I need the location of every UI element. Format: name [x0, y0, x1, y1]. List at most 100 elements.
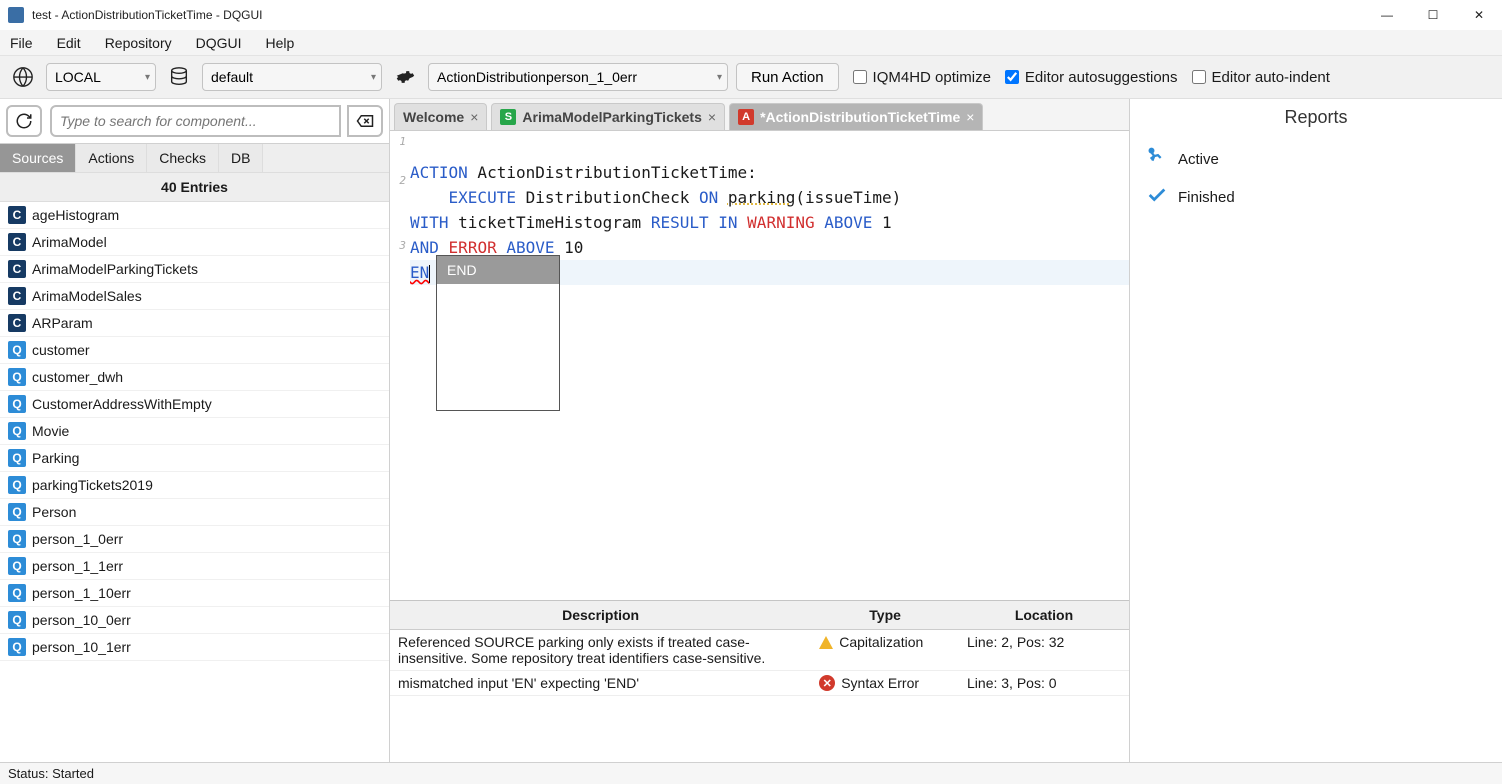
tab-sources[interactable]: Sources [0, 144, 76, 172]
list-item[interactable]: CArimaModelParkingTickets [0, 256, 389, 283]
tab-checks[interactable]: Checks [147, 144, 219, 172]
db-select[interactable]: default [202, 63, 382, 91]
problem-row[interactable]: Referenced SOURCE parking only exists if… [390, 630, 1129, 671]
list-item-label: person_10_0err [32, 612, 131, 628]
list-item[interactable]: C ArimaModelSales [0, 283, 389, 310]
close-tab-icon[interactable]: × [708, 109, 716, 125]
list-item[interactable]: Qperson_10_1err [0, 634, 389, 661]
col-location: Location [959, 601, 1129, 630]
check-badge-icon: C [8, 287, 26, 305]
list-item[interactable]: QparkingTickets2019 [0, 472, 389, 499]
list-item[interactable]: QPerson [0, 499, 389, 526]
menu-help[interactable]: Help [266, 35, 295, 51]
list-item-label: ArimaModel [32, 234, 107, 250]
problem-desc: Referenced SOURCE parking only exists if… [390, 630, 811, 671]
query-badge-icon: Q [8, 557, 26, 575]
list-item[interactable]: Qperson_1_1err [0, 553, 389, 580]
list-item[interactable]: C ArimaModel [0, 229, 389, 256]
maximize-button[interactable]: ☐ [1410, 0, 1456, 30]
check-badge-icon: C [8, 260, 26, 278]
list-item-label: ArimaModelSales [32, 288, 142, 304]
env-select[interactable]: LOCAL [46, 63, 156, 91]
query-badge-icon: Q [8, 476, 26, 494]
editor-tabs: Welcome×SArimaModelParkingTickets×A*Acti… [390, 99, 1129, 130]
autosuggest-checkbox[interactable]: Editor autosuggestions [1005, 69, 1178, 86]
line-number: 1 [390, 135, 406, 148]
app-icon [8, 7, 24, 23]
autoindent-checkbox[interactable]: Editor auto-indent [1192, 69, 1330, 86]
editor-tab[interactable]: A*ActionDistributionTicketTime× [729, 103, 983, 130]
list-item[interactable]: QParking [0, 445, 389, 472]
component-list[interactable]: CageHistogramCArimaModelCArimaModelParki… [0, 202, 389, 762]
query-badge-icon: Q [8, 638, 26, 656]
list-item[interactable]: CageHistogram [0, 202, 389, 229]
status-text: Status: Started [8, 766, 94, 781]
list-item-label: customer_dwh [32, 369, 123, 385]
refresh-button[interactable] [6, 105, 42, 137]
list-item[interactable]: Qperson_10_0err [0, 607, 389, 634]
report-item[interactable]: Finished [1146, 178, 1486, 216]
report-item[interactable]: Active [1146, 140, 1486, 178]
list-item[interactable]: Qcustomer [0, 337, 389, 364]
report-item-label: Finished [1178, 189, 1235, 206]
list-item-label: Parking [32, 450, 79, 466]
query-badge-icon: Q [8, 368, 26, 386]
menubar: File Edit Repository DQGUI Help [0, 30, 1502, 56]
menu-repository[interactable]: Repository [105, 35, 172, 51]
close-tab-icon[interactable]: × [470, 109, 478, 125]
problem-row[interactable]: mismatched input 'EN' expecting 'END'✕Sy… [390, 671, 1129, 696]
list-item[interactable]: QCustomerAddressWithEmpty [0, 391, 389, 418]
list-item[interactable]: Qcustomer_dwh [0, 364, 389, 391]
check-badge-icon: C [8, 233, 26, 251]
titlebar: test - ActionDistributionTicketTime - DQ… [0, 0, 1502, 30]
tab-type-badge-icon: S [500, 109, 516, 125]
problem-loc: Line: 3, Pos: 0 [959, 671, 1129, 696]
run-action-button[interactable]: Run Action [736, 63, 839, 91]
editor-tab[interactable]: Welcome × [394, 103, 487, 130]
list-item[interactable]: Qperson_1_0err [0, 526, 389, 553]
settings-gear-icon[interactable] [390, 62, 420, 92]
menu-file[interactable]: File [10, 35, 33, 51]
autocomplete-item[interactable]: END [437, 256, 559, 284]
menu-edit[interactable]: Edit [57, 35, 81, 51]
list-item-label: parkingTickets2019 [32, 477, 153, 493]
report-item-label: Active [1178, 151, 1219, 168]
action-select[interactable]: ActionDistributionperson_1_0err [428, 63, 728, 91]
database-icon[interactable] [164, 62, 194, 92]
list-item-label: person_1_10err [32, 585, 131, 601]
tab-db[interactable]: DB [219, 144, 263, 172]
optimize-checkbox[interactable]: IQM4HD optimize [853, 69, 991, 86]
code-editor[interactable]: 1 2 3 ACTION ActionDistributionTicketTim… [390, 130, 1129, 600]
menu-dqgui[interactable]: DQGUI [196, 35, 242, 51]
running-icon [1146, 146, 1168, 172]
tab-actions[interactable]: Actions [76, 144, 147, 172]
statusbar: Status: Started [0, 762, 1502, 784]
query-badge-icon: Q [8, 530, 26, 548]
list-item[interactable]: Qperson_1_10err [0, 580, 389, 607]
list-item[interactable]: CARParam [0, 310, 389, 337]
reports-pane: Reports ActiveFinished [1130, 99, 1502, 762]
close-tab-icon[interactable]: × [966, 109, 974, 125]
problem-desc: mismatched input 'EN' expecting 'END' [390, 671, 811, 696]
list-item[interactable]: Q Movie [0, 418, 389, 445]
minimize-button[interactable]: — [1364, 0, 1410, 30]
clear-search-button[interactable] [347, 105, 383, 137]
editor-tab[interactable]: S ArimaModelParkingTickets × [491, 103, 725, 130]
left-tabs: Sources Actions Checks DB [0, 144, 389, 172]
list-item-label: CustomerAddressWithEmpty [32, 396, 212, 412]
search-input[interactable] [50, 105, 341, 137]
list-item-label: person_1_1err [32, 558, 123, 574]
query-badge-icon: Q [8, 584, 26, 602]
query-badge-icon: Q [8, 422, 26, 440]
close-button[interactable]: ✕ [1456, 0, 1502, 30]
list-item-label: ARParam [32, 315, 93, 331]
warning-icon [819, 636, 833, 649]
toolbar: LOCAL default ActionDistributionperson_1… [0, 56, 1502, 99]
globe-icon[interactable] [8, 62, 38, 92]
error-icon: ✕ [819, 675, 835, 691]
check-badge-icon: C [8, 206, 26, 224]
autocomplete-popup[interactable]: END [436, 255, 560, 411]
editor-tab-label: Welcome [403, 109, 464, 125]
editor-tab-label: ArimaModelParkingTickets [522, 109, 701, 125]
list-item-label: Movie [32, 423, 69, 439]
